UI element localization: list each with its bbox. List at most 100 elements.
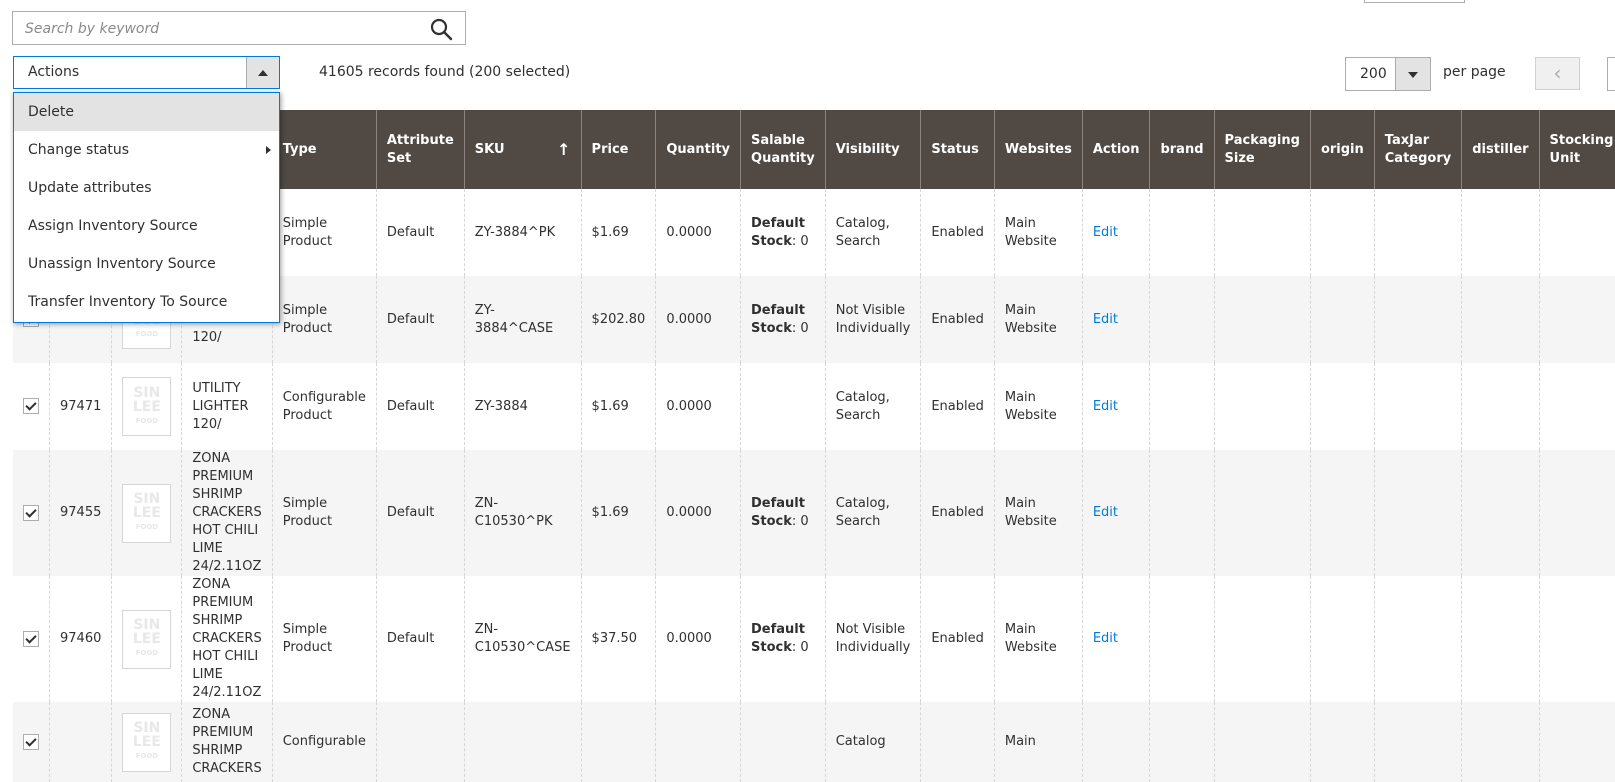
cell-select bbox=[13, 450, 50, 576]
cell-empty bbox=[1461, 450, 1540, 576]
col-stocking-unit[interactable]: Stocking Unit bbox=[1538, 110, 1615, 189]
row-checkbox[interactable] bbox=[23, 733, 39, 750]
menu-item-delete[interactable]: Delete bbox=[14, 93, 279, 131]
col-origin[interactable]: origin bbox=[1309, 110, 1375, 189]
edit-link[interactable]: Edit bbox=[1093, 399, 1118, 414]
cell-status-text: Enabled bbox=[931, 311, 984, 327]
cell-status-text: Enabled bbox=[931, 224, 984, 240]
cell-quantity-text: 0.0000 bbox=[666, 631, 712, 646]
cell-id-text: 97460 bbox=[60, 631, 102, 646]
per-page-select[interactable]: 200 bbox=[1345, 57, 1431, 91]
thumbnail-placeholder-text: FOOD bbox=[135, 649, 159, 657]
cell-id: 97471 bbox=[48, 363, 112, 450]
filters-button-edge[interactable] bbox=[1364, 0, 1465, 3]
product-thumbnail[interactable]: SINLEEFOOD bbox=[122, 712, 172, 772]
edit-link[interactable]: Edit bbox=[1093, 225, 1118, 240]
page-number-input[interactable] bbox=[1607, 57, 1615, 91]
col-sku[interactable]: SKU ↑ bbox=[463, 110, 582, 189]
cell-empty bbox=[1213, 702, 1311, 782]
chevron-down-icon[interactable] bbox=[1395, 58, 1430, 90]
thumbnail-placeholder-text: LEE bbox=[132, 734, 161, 750]
cell-attribute-set-text: Default bbox=[386, 505, 435, 520]
menu-item-change-status[interactable]: Change status bbox=[14, 131, 279, 169]
cell-websites-text: Main Website bbox=[1004, 302, 1057, 336]
thumbnail-placeholder-text: FOOD bbox=[135, 416, 159, 425]
cell-status bbox=[920, 702, 995, 782]
col-attribute-set[interactable]: Attribute Set bbox=[375, 110, 465, 189]
cell-empty bbox=[1461, 363, 1540, 450]
cell-action bbox=[1081, 702, 1150, 782]
cell-type: Configurable Product bbox=[271, 363, 377, 450]
col-status[interactable]: Status bbox=[920, 110, 995, 189]
col-type[interactable]: Type bbox=[271, 110, 377, 189]
col-packaging-size[interactable]: Packaging Size bbox=[1213, 110, 1311, 189]
product-thumbnail[interactable]: SINLEEFOOD bbox=[122, 377, 172, 436]
cell-quantity: 0.0000 bbox=[655, 576, 741, 702]
prev-page-button[interactable]: ‹ bbox=[1535, 57, 1580, 90]
thumbnail-placeholder-text: SIN bbox=[133, 720, 161, 736]
cell-empty bbox=[1538, 702, 1615, 782]
product-thumbnail[interactable]: SINLEEFOOD bbox=[122, 609, 172, 669]
cell-visibility-text: Catalog bbox=[835, 734, 886, 749]
cell-websites-text: Main Website bbox=[1004, 389, 1057, 423]
col-brand[interactable]: brand bbox=[1149, 110, 1215, 189]
cell-thumbnail: SINLEE FOOD bbox=[111, 702, 182, 782]
cell-quantity: 0.0000 bbox=[655, 363, 741, 450]
cell-status: Enabled bbox=[920, 189, 995, 276]
col-quantity[interactable]: Quantity bbox=[655, 110, 741, 189]
edit-link[interactable]: Edit bbox=[1093, 505, 1118, 520]
cell-empty bbox=[1538, 450, 1615, 576]
cell-attribute-set-text: Default bbox=[386, 398, 435, 414]
edit-link[interactable]: Edit bbox=[1093, 631, 1118, 646]
cell-empty bbox=[1213, 576, 1311, 702]
col-salable-quantity[interactable]: Salable Quantity bbox=[740, 110, 826, 189]
cell-empty bbox=[1149, 450, 1215, 576]
col-taxjar-category[interactable]: TaxJar Category bbox=[1373, 110, 1462, 189]
salable-qty-value: : 0 bbox=[791, 320, 809, 336]
cell-attribute-set: Default bbox=[375, 576, 465, 702]
cell-empty bbox=[1373, 189, 1462, 276]
thumbnail-placeholder-text: LEE bbox=[132, 505, 161, 521]
col-sku-label: SKU bbox=[474, 141, 505, 157]
row-checkbox[interactable] bbox=[23, 630, 39, 647]
product-thumbnail[interactable]: SINLEEFOOD bbox=[122, 483, 172, 543]
col-visibility[interactable]: Visibility bbox=[824, 110, 921, 189]
cell-empty bbox=[1213, 189, 1311, 276]
cell-quantity bbox=[655, 702, 741, 782]
cell-empty bbox=[1461, 189, 1540, 276]
cell-visibility-text: Not Visible Individually bbox=[835, 622, 911, 655]
cell-salable-quantity: Default Stock: 0 bbox=[740, 276, 826, 363]
cell-quantity: 0.0000 bbox=[655, 450, 741, 576]
cell-name: ZONA PREMIUM SHRIMP CRACKERS HOT CHILI L… bbox=[181, 450, 273, 576]
col-action: Action bbox=[1081, 110, 1150, 189]
menu-item-update-attributes[interactable]: Update attributes bbox=[14, 169, 279, 207]
row-checkbox[interactable] bbox=[23, 504, 39, 521]
col-distiller[interactable]: distiller bbox=[1461, 110, 1540, 189]
cell-attribute-set bbox=[375, 702, 465, 782]
menu-item-unassign-inventory-source[interactable]: Unassign Inventory Source bbox=[14, 245, 279, 283]
thumbnail-placeholder-text: LEE bbox=[132, 398, 161, 415]
search-icon[interactable] bbox=[429, 17, 453, 41]
cell-id: 97460 bbox=[48, 576, 112, 702]
cell-quantity-text: 0.0000 bbox=[666, 311, 712, 327]
edit-link[interactable]: Edit bbox=[1093, 312, 1118, 327]
cell-empty bbox=[1461, 576, 1540, 702]
chevron-up-icon[interactable] bbox=[246, 57, 279, 88]
cell-type: Simple Product bbox=[271, 276, 377, 363]
search-input[interactable] bbox=[23, 17, 427, 41]
actions-dropdown-menu: Delete Change status Update attributes A… bbox=[13, 92, 280, 323]
menu-item-assign-inventory-source[interactable]: Assign Inventory Source bbox=[14, 207, 279, 245]
cell-price: $1.69 bbox=[580, 189, 656, 276]
actions-select[interactable]: Actions bbox=[13, 56, 280, 89]
cell-id: 97455 bbox=[48, 450, 112, 576]
col-price[interactable]: Price bbox=[580, 110, 656, 189]
col-websites[interactable]: Websites bbox=[993, 110, 1083, 189]
cell-name: ZONA PREMIUM SHRIMP CRACKERS HOT CHILI L… bbox=[181, 576, 273, 702]
row-checkbox[interactable] bbox=[23, 398, 39, 414]
cell-name: UTILITY LIGHTER 120/ bbox=[181, 363, 273, 450]
menu-item-transfer-inventory[interactable]: Transfer Inventory To Source bbox=[14, 283, 279, 321]
cell-salable-quantity: Default Stock: 0 bbox=[740, 576, 826, 702]
thumbnail-placeholder-text: SIN bbox=[133, 617, 161, 633]
cell-attribute-set: Default bbox=[375, 363, 465, 450]
cell-empty bbox=[1373, 576, 1462, 702]
